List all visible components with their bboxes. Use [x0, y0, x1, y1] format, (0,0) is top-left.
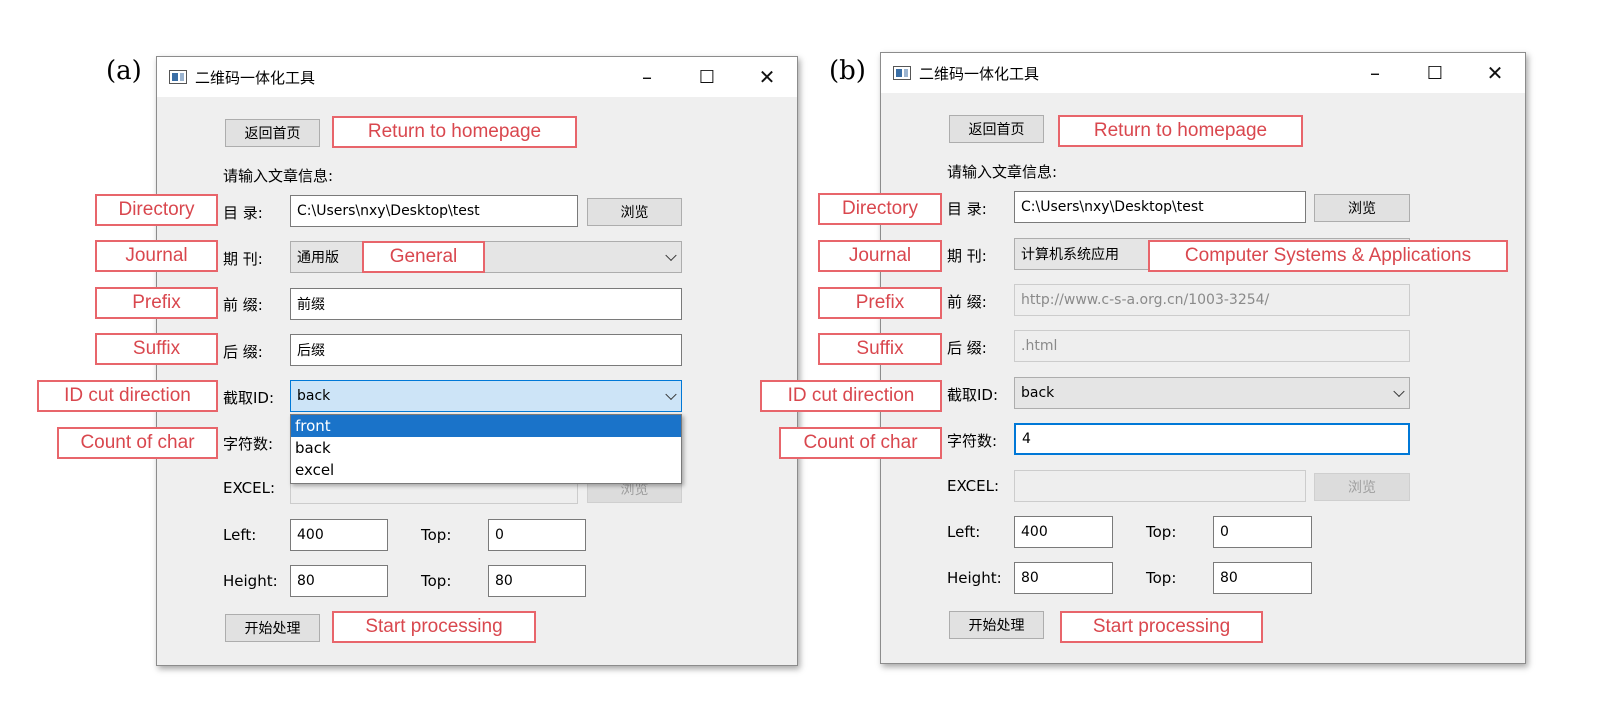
- height-label: Height:: [223, 572, 278, 590]
- top2-label: Top:: [421, 572, 452, 590]
- suffix-input[interactable]: 后缀: [290, 334, 682, 366]
- journal-value: 通用版: [297, 250, 339, 266]
- panel-a-label: (a): [106, 56, 142, 86]
- suffix-label: 后 缀:: [947, 339, 987, 357]
- idcut-select[interactable]: back: [290, 380, 682, 412]
- idcut-label: 截取ID:: [223, 389, 275, 407]
- annotation-prefix: Prefix: [818, 287, 942, 319]
- directory-label: 目 录:: [223, 204, 263, 222]
- top-label: Top:: [421, 526, 452, 544]
- app-icon: [169, 70, 187, 84]
- minimize-icon[interactable]: –: [1353, 57, 1397, 89]
- suffix-label: 后 缀:: [223, 343, 263, 361]
- count-input[interactable]: 4: [1014, 423, 1410, 455]
- panel-b-label: (b): [829, 56, 866, 86]
- annotation-prefix: Prefix: [95, 287, 218, 319]
- close-icon[interactable]: ✕: [1473, 57, 1517, 89]
- journal-label: 期 刊:: [223, 250, 263, 268]
- annotation-start: Start processing: [332, 611, 536, 643]
- annotation-return: Return to homepage: [1058, 115, 1303, 147]
- journal-label: 期 刊:: [947, 247, 987, 265]
- top-label: Top:: [1146, 523, 1177, 541]
- annotation-suffix: Suffix: [95, 333, 218, 365]
- prefix-label: 前 缀:: [223, 296, 263, 314]
- left-input[interactable]: 400: [1014, 516, 1113, 548]
- app-icon: [893, 66, 911, 80]
- maximize-icon[interactable]: ☐: [1413, 57, 1457, 89]
- directory-input[interactable]: C:\Users\nxy\Desktop\test: [290, 195, 578, 227]
- annotation-count: Count of char: [779, 427, 942, 459]
- window-title: 二维码一体化工具: [195, 69, 316, 87]
- annotation-idcut: ID cut direction: [37, 380, 218, 412]
- height-input[interactable]: 80: [1014, 562, 1113, 594]
- prefix-label: 前 缀:: [947, 293, 987, 311]
- annotation-journal-value: General: [362, 241, 485, 273]
- journal-value: 计算机系统应用: [1021, 247, 1119, 263]
- height-label: Height:: [947, 569, 1002, 587]
- idcut-label: 截取ID:: [947, 386, 999, 404]
- idcut-select[interactable]: back: [1014, 377, 1410, 409]
- annotation-journal: Journal: [818, 240, 942, 272]
- idcut-dropdown-list: front back excel: [290, 414, 682, 484]
- minimize-icon[interactable]: –: [625, 61, 669, 93]
- annotation-directory: Directory: [95, 194, 218, 226]
- directory-input[interactable]: C:\Users\nxy\Desktop\test: [1014, 191, 1306, 223]
- article-info-prompt: 请输入文章信息:: [223, 167, 334, 185]
- annotation-count: Count of char: [57, 427, 218, 459]
- title-bar: 二维码一体化工具 – ☐ ✕: [157, 57, 797, 97]
- top-input[interactable]: 0: [488, 519, 586, 551]
- height-input[interactable]: 80: [290, 565, 388, 597]
- prefix-input[interactable]: http://www.c-s-a.org.cn/1003-3254/: [1014, 284, 1410, 316]
- prefix-input[interactable]: 前缀: [290, 288, 682, 320]
- excel-input[interactable]: [1014, 470, 1306, 502]
- suffix-input[interactable]: .html: [1014, 330, 1410, 362]
- annotation-idcut: ID cut direction: [760, 380, 942, 412]
- chevron-down-icon: [1393, 385, 1405, 398]
- start-processing-button[interactable]: 开始处理: [949, 611, 1044, 639]
- left-input[interactable]: 400: [290, 519, 388, 551]
- return-home-button[interactable]: 返回首页: [225, 119, 320, 147]
- close-icon[interactable]: ✕: [745, 61, 789, 93]
- browse-button[interactable]: 浏览: [587, 198, 682, 226]
- start-processing-button[interactable]: 开始处理: [225, 614, 320, 642]
- left-label: Left:: [947, 523, 981, 541]
- annotation-journal: Journal: [95, 240, 218, 272]
- top2-input[interactable]: 80: [1213, 562, 1312, 594]
- annotation-journal-value: Computer Systems & Applications: [1148, 240, 1508, 272]
- annotation-start: Start processing: [1060, 611, 1263, 643]
- count-label: 字符数:: [947, 432, 998, 450]
- top2-input[interactable]: 80: [488, 565, 586, 597]
- idcut-value: back: [297, 388, 331, 404]
- chevron-down-icon: [665, 388, 677, 401]
- excel-label: EXCEL:: [947, 477, 1000, 495]
- window-title: 二维码一体化工具: [919, 65, 1040, 83]
- annotation-return: Return to homepage: [332, 116, 577, 148]
- browse-button[interactable]: 浏览: [1314, 194, 1410, 222]
- directory-label: 目 录:: [947, 200, 987, 218]
- left-label: Left:: [223, 526, 257, 544]
- annotation-suffix: Suffix: [818, 333, 942, 365]
- top2-label: Top:: [1146, 569, 1177, 587]
- top-input[interactable]: 0: [1213, 516, 1312, 548]
- chevron-down-icon: [665, 249, 677, 262]
- article-info-prompt: 请输入文章信息:: [947, 163, 1058, 181]
- idcut-value: back: [1021, 385, 1055, 401]
- dropdown-option-excel[interactable]: excel: [291, 459, 681, 481]
- excel-label: EXCEL:: [223, 479, 276, 497]
- dropdown-option-back[interactable]: back: [291, 437, 681, 459]
- return-home-button[interactable]: 返回首页: [949, 115, 1044, 143]
- maximize-icon[interactable]: ☐: [685, 61, 729, 93]
- count-label: 字符数:: [223, 435, 274, 453]
- annotation-directory: Directory: [818, 193, 942, 225]
- title-bar: 二维码一体化工具 – ☐ ✕: [881, 53, 1525, 93]
- dropdown-option-front[interactable]: front: [291, 415, 681, 437]
- journal-select[interactable]: 通用版: [290, 241, 682, 273]
- excel-browse-button[interactable]: 浏览: [1314, 473, 1410, 501]
